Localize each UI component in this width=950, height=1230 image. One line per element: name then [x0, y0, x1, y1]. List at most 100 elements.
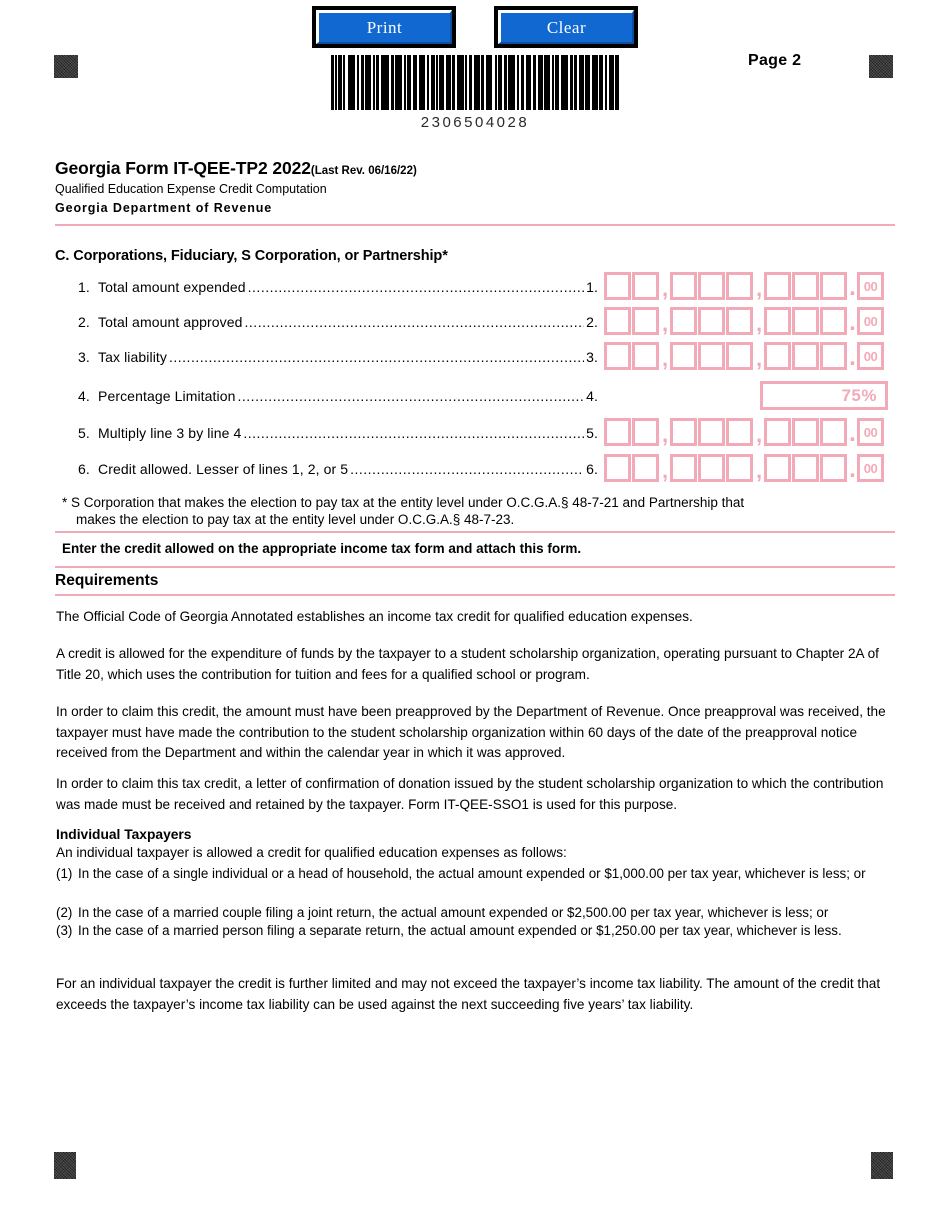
- comma-separator: ,: [755, 422, 763, 447]
- registration-mark-bottom-left: [54, 1152, 76, 1179]
- digit-cell[interactable]: [792, 418, 819, 446]
- form-revision: (Last Rev. 06/16/22): [310, 165, 417, 177]
- footnote-line-1: * S Corporation that makes the election …: [62, 495, 745, 510]
- digit-cell[interactable]: [792, 454, 819, 482]
- digit-cell[interactable]: [670, 342, 697, 370]
- digit-cell[interactable]: [604, 307, 631, 335]
- comma-separator: ,: [661, 276, 669, 301]
- digit-cell[interactable]: [820, 454, 847, 482]
- item-1-marker: (1): [56, 866, 73, 881]
- digit-cell[interactable]: [632, 307, 659, 335]
- digit-cell[interactable]: [764, 272, 791, 300]
- form-line-3-leader: ........................................…: [169, 349, 584, 365]
- comma-separator: ,: [661, 346, 669, 371]
- digit-cell[interactable]: [764, 454, 791, 482]
- clear-button[interactable]: Clear: [494, 6, 638, 48]
- decimal-separator: .: [849, 274, 856, 301]
- percentage-limitation-field: 75%: [760, 381, 888, 410]
- form-line-4-ref: 4.: [586, 388, 598, 404]
- digit-cell[interactable]: [820, 272, 847, 300]
- item-3-text: In the case of a married person filing a…: [78, 923, 842, 938]
- individual-taxpayers-intro: An individual taxpayer is allowed a cred…: [56, 845, 567, 860]
- digit-cell[interactable]: [820, 418, 847, 446]
- digit-cell[interactable]: [670, 272, 697, 300]
- digit-cell[interactable]: [726, 454, 753, 482]
- digit-cell[interactable]: [632, 342, 659, 370]
- item-3-marker: (3): [56, 923, 73, 938]
- section-c-title: C. Corporations, Fiduciary, S Corporatio…: [55, 248, 448, 264]
- divider-enter-credit: [55, 566, 895, 568]
- digit-cell[interactable]: [604, 418, 631, 446]
- individual-taxpayers-item-3: (3) In the case of a married person fili…: [56, 921, 904, 940]
- page-label: Page 2: [748, 52, 802, 69]
- decimal-separator: .: [849, 309, 856, 336]
- registration-mark-bottom-right: [871, 1152, 893, 1179]
- digit-cell[interactable]: [670, 307, 697, 335]
- print-button-label: Print: [316, 10, 452, 44]
- print-button[interactable]: Print: [312, 6, 456, 48]
- digit-cell[interactable]: [726, 342, 753, 370]
- form-line-4-leader: ........................................…: [237, 388, 585, 404]
- requirements-paragraph-4: In order to claim this tax credit, a let…: [56, 776, 884, 812]
- digit-cell[interactable]: [764, 307, 791, 335]
- digit-cell[interactable]: [632, 272, 659, 300]
- amount-field-line-6[interactable]: ,,. 00: [604, 453, 884, 483]
- digit-cell[interactable]: [726, 418, 753, 446]
- digit-cell[interactable]: [604, 272, 631, 300]
- digit-cell[interactable]: [792, 342, 819, 370]
- item-2-text: In the case of a married couple filing a…: [78, 905, 829, 920]
- form-title-text: Georgia Form IT-QEE-TP2 2022: [55, 158, 311, 178]
- form-line-2-leader: ........................................…: [244, 314, 585, 330]
- digit-cell[interactable]: [670, 454, 697, 482]
- section-c-footnote: * S Corporation that makes the election …: [62, 494, 898, 528]
- digit-cell[interactable]: [820, 307, 847, 335]
- form-line-1: 1. Total amount expended ...............…: [78, 279, 598, 301]
- requirements-title: Requirements: [55, 572, 159, 589]
- digit-cell[interactable]: [764, 418, 791, 446]
- digit-cell[interactable]: [792, 307, 819, 335]
- digit-cell[interactable]: [698, 307, 725, 335]
- form-line-3-label: Tax liability: [98, 349, 167, 365]
- form-line-1-number: 1.: [78, 279, 90, 295]
- clear-button-label: Clear: [498, 10, 634, 44]
- comma-separator: ,: [755, 276, 763, 301]
- digit-cell[interactable]: [820, 342, 847, 370]
- digit-cell[interactable]: [726, 307, 753, 335]
- decimal-separator: .: [849, 420, 856, 447]
- digit-cell[interactable]: [670, 418, 697, 446]
- digit-cell[interactable]: [632, 454, 659, 482]
- digit-cell[interactable]: [632, 418, 659, 446]
- cents-cell: 00: [857, 418, 884, 446]
- digit-cell[interactable]: [698, 342, 725, 370]
- form-line-1-label: Total amount expended: [98, 279, 246, 295]
- amount-field-line-5[interactable]: ,,. 00: [604, 417, 884, 447]
- decimal-separator: .: [849, 344, 856, 371]
- comma-separator: ,: [661, 458, 669, 483]
- form-line-5-leader: ........................................…: [243, 425, 585, 441]
- amount-field-line-2[interactable]: ,,. 00: [604, 306, 884, 336]
- digit-cell[interactable]: [698, 272, 725, 300]
- enter-credit-note: Enter the credit allowed on the appropri…: [62, 541, 582, 556]
- form-header: Georgia Form IT-QEE-TP2 2022(Last Rev. 0…: [55, 158, 895, 215]
- form-title: Georgia Form IT-QEE-TP2 2022(Last Rev. 0…: [55, 158, 895, 179]
- requirements-paragraph-3: In order to claim this credit, the amoun…: [56, 704, 886, 760]
- form-line-6-leader: ........................................…: [350, 461, 584, 477]
- form-line-6: 6. Credit allowed. Lesser of lines 1, 2,…: [78, 461, 598, 483]
- digit-cell[interactable]: [792, 272, 819, 300]
- form-line-6-number: 6.: [78, 461, 90, 477]
- digit-cell[interactable]: [726, 272, 753, 300]
- form-line-1-ref: 1.: [586, 279, 598, 295]
- digit-cell[interactable]: [604, 454, 631, 482]
- cents-cell: 00: [857, 272, 884, 300]
- divider-footnote: [55, 531, 895, 533]
- individual-taxpayers-heading: Individual Taxpayers: [56, 827, 192, 842]
- digit-cell[interactable]: [698, 454, 725, 482]
- amount-field-line-3[interactable]: ,,. 00: [604, 341, 884, 371]
- form-subtitle: Qualified Education Expense Credit Compu…: [55, 182, 327, 196]
- digit-cell[interactable]: [604, 342, 631, 370]
- amount-field-line-1[interactable]: ,,. 00: [604, 271, 884, 301]
- form-line-6-label: Credit allowed. Lesser of lines 1, 2, or…: [98, 461, 349, 477]
- form-line-2-number: 2.: [78, 314, 90, 330]
- digit-cell[interactable]: [764, 342, 791, 370]
- digit-cell[interactable]: [698, 418, 725, 446]
